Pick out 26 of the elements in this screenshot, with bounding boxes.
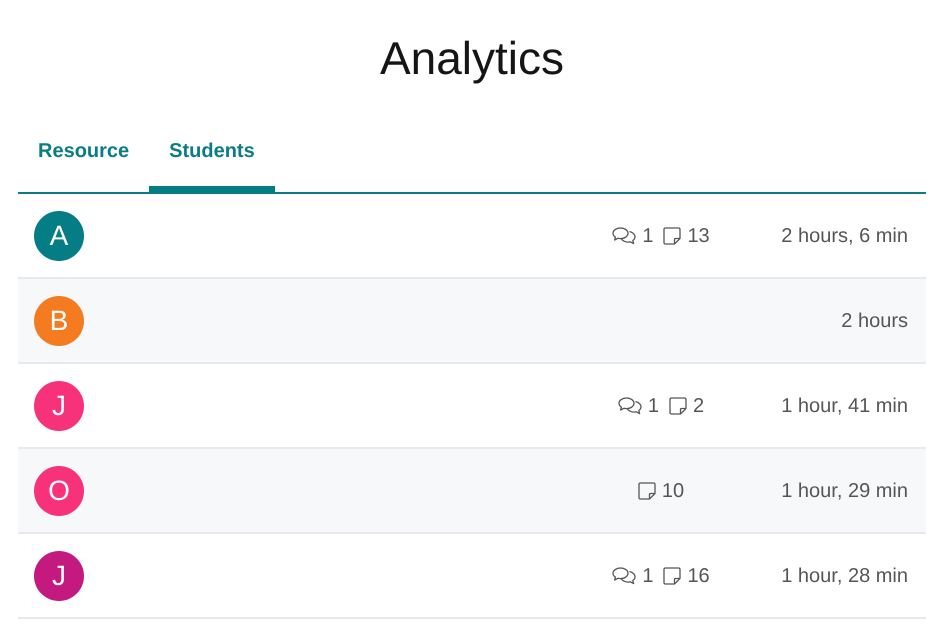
time-spent: 1 hour, 28 min <box>781 564 908 588</box>
time-spent: 2 hours, 6 min <box>781 224 908 248</box>
comments-icon <box>618 396 642 414</box>
note-count: 10 <box>662 478 684 502</box>
avatar: B <box>34 296 84 346</box>
note-icon <box>663 226 682 244</box>
note-icon <box>638 482 656 500</box>
time-spent: 1 hour, 29 min <box>781 478 908 502</box>
time-spent: 2 hours <box>841 308 908 332</box>
note-icon <box>663 566 682 584</box>
comment-count: 1 <box>642 564 654 588</box>
note-count: 13 <box>687 224 710 248</box>
note-icon <box>669 396 687 414</box>
time-spent: 1 hour, 41 min <box>781 394 908 418</box>
comment-count: 1 <box>648 394 659 418</box>
avatar: J <box>34 380 84 430</box>
comment-count: 1 <box>642 224 654 248</box>
comments-icon <box>612 226 636 244</box>
page-title: Analytics <box>380 31 564 86</box>
comments-icon <box>612 566 636 584</box>
avatar: A <box>34 210 84 260</box>
note-count: 16 <box>687 564 710 588</box>
avatar: O <box>34 466 84 516</box>
note-count: 2 <box>693 394 704 418</box>
tab[interactable]: Resource <box>18 110 150 192</box>
avatar: J <box>34 550 84 600</box>
